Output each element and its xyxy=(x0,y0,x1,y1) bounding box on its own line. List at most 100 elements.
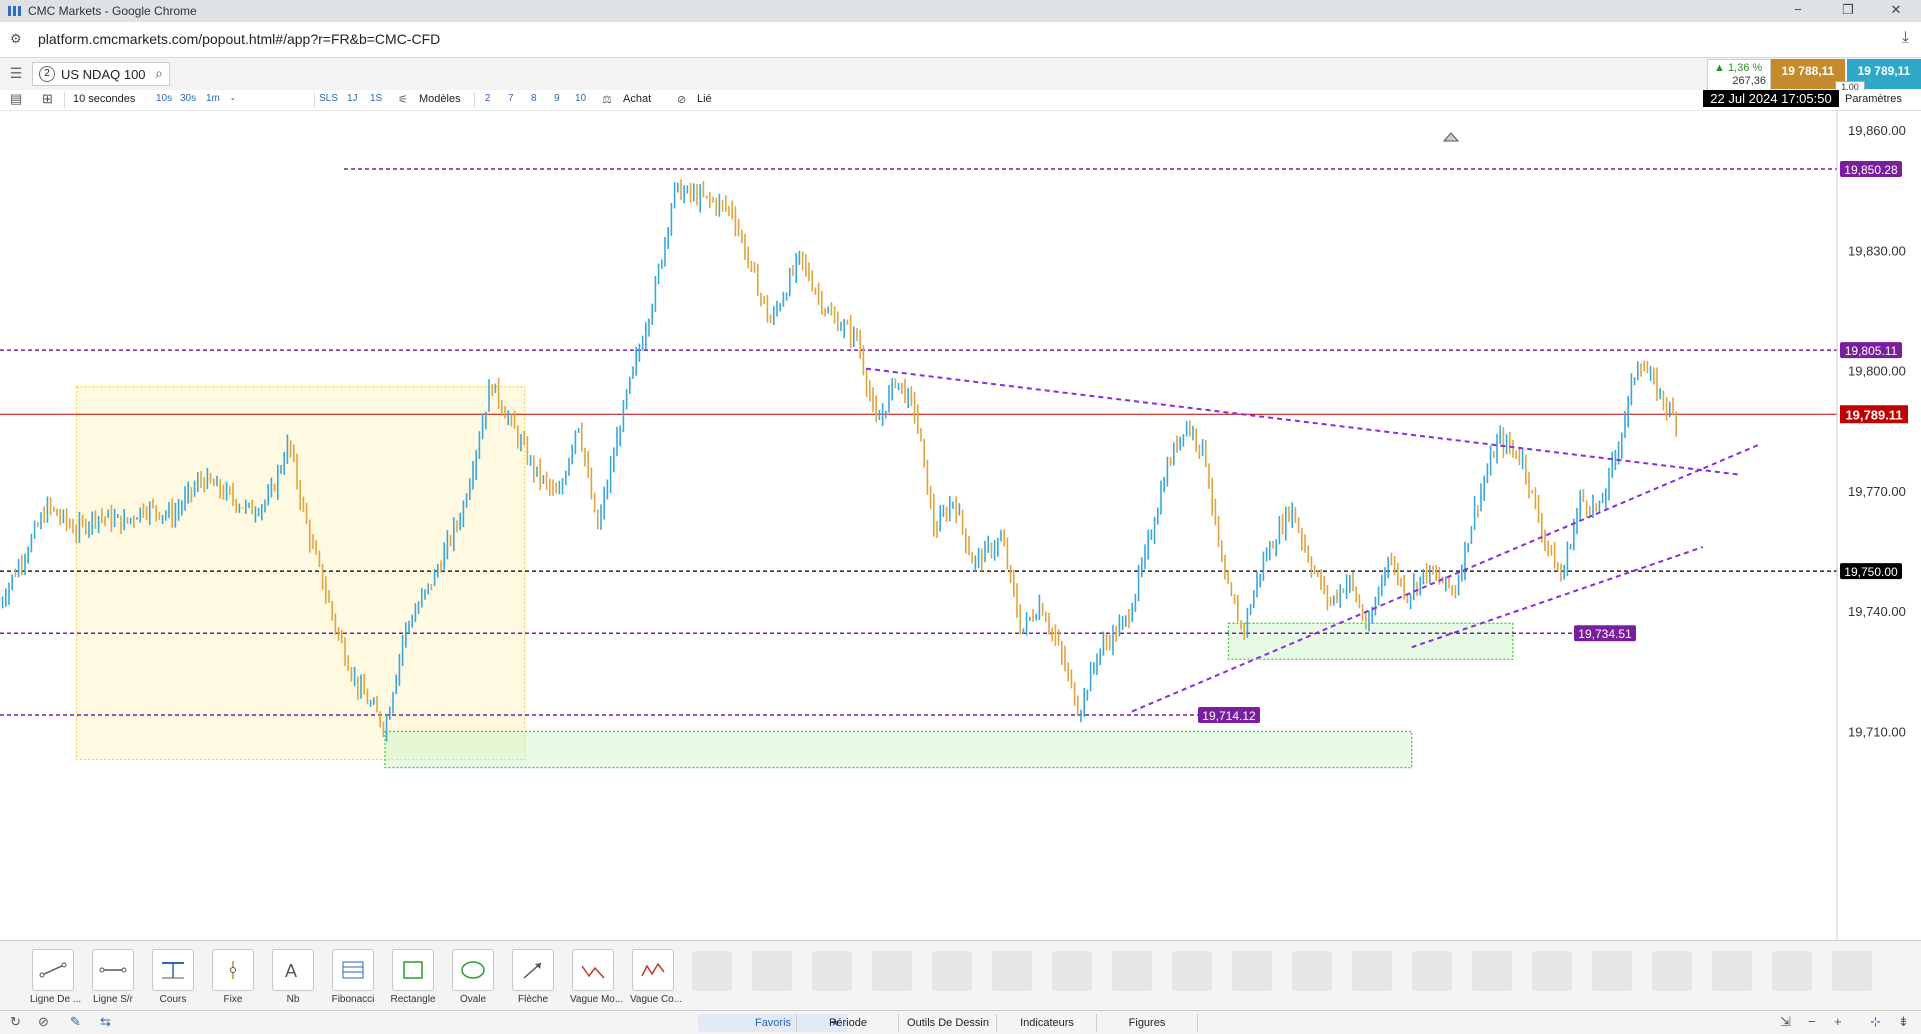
empty-tool-slot[interactable] xyxy=(1772,951,1812,991)
preset-8[interactable]: 8 xyxy=(531,93,537,104)
range-1s[interactable]: 1S xyxy=(370,93,382,104)
minimize-button[interactable]: − xyxy=(1778,2,1818,20)
empty-tool-slot[interactable] xyxy=(1652,951,1692,991)
instrument-selector[interactable]: 2 US NDAQ 100 ⌕ xyxy=(32,62,170,86)
empty-tool-slot[interactable] xyxy=(1352,951,1392,991)
current-price-label: 19,789.11 xyxy=(1845,407,1902,422)
zone-rectangle-2 xyxy=(1227,622,1514,660)
tab-favorites-label: Favoris xyxy=(754,1017,792,1029)
empty-tool-slot[interactable] xyxy=(1712,951,1752,991)
menu-icon[interactable]: ☰ xyxy=(6,65,26,83)
preset-10[interactable]: 10 xyxy=(575,93,586,104)
empty-tool-slot[interactable] xyxy=(1532,951,1572,991)
site-settings-icon[interactable]: ⚙ xyxy=(10,31,22,47)
search-icon[interactable]: ⌕ xyxy=(155,65,163,82)
settings-button[interactable]: Paramètres xyxy=(1845,93,1902,105)
tab-indicators[interactable]: Indicateurs xyxy=(996,1014,1097,1032)
download-icon[interactable]: ⤓ xyxy=(1902,29,1909,47)
drawing-tool-wave[interactable]: Vague Mo... xyxy=(570,949,624,1011)
drawing-tool-label: Rectangle xyxy=(390,994,436,1005)
preset-7[interactable]: 7 xyxy=(508,93,514,104)
close-button[interactable]: ✕ xyxy=(1876,2,1916,20)
drawing-tool-rectangle[interactable]: Rectangle xyxy=(390,949,436,1011)
empty-tool-slot[interactable] xyxy=(932,951,972,991)
empty-tool-slot[interactable] xyxy=(752,951,792,991)
drawing-tool-price-line[interactable]: Cours xyxy=(150,949,196,1011)
sls-button[interactable]: SLS xyxy=(319,93,338,104)
tab-period[interactable]: Période xyxy=(796,1014,899,1032)
drawing-tool-support-line[interactable]: Ligne S/r xyxy=(90,949,136,1011)
price-chart[interactable]: 15:1515:3015:4516:0016:1516:3016:4519,86… xyxy=(0,90,1921,940)
price-tick-label: 19,740.00 xyxy=(1848,604,1906,619)
change-percent: ▲ 1,36 % xyxy=(1714,62,1763,74)
restore-button[interactable]: ❐ xyxy=(1828,2,1868,20)
empty-tool-slot[interactable] xyxy=(1592,951,1632,991)
empty-tool-slot[interactable] xyxy=(1232,951,1272,991)
drawing-tool-fibonacci[interactable]: Fibonacci xyxy=(330,949,376,1011)
price-tick-label: 19,800.00 xyxy=(1848,364,1906,379)
level-label: 19,805.11 xyxy=(1845,344,1898,358)
pointer-icon[interactable]: ⇆ xyxy=(100,1014,111,1030)
achat-icon[interactable]: ⚖ xyxy=(602,93,612,106)
rectangle-icon xyxy=(392,949,434,991)
chart-canvas[interactable]: 15:1515:3015:4516:0016:1516:3016:4519,86… xyxy=(0,93,1921,940)
empty-tool-slot[interactable] xyxy=(1052,951,1092,991)
zoom-in-icon[interactable]: + xyxy=(1834,1014,1842,1029)
empty-tool-slot[interactable] xyxy=(1292,951,1332,991)
chart-list-icon[interactable]: ▤ xyxy=(10,91,22,107)
sell-button[interactable]: 19 788,11 xyxy=(1771,59,1845,89)
drawing-tool-label: Nb xyxy=(286,994,300,1005)
address-bar: ⚙ platform.cmcmarkets.com/popout.html#/a… xyxy=(0,22,1921,58)
empty-tool-slot[interactable] xyxy=(1112,951,1152,991)
tab-drawing-tools[interactable]: Outils De Dessin xyxy=(898,1014,997,1032)
empty-tool-slot[interactable] xyxy=(692,951,732,991)
fit-icon[interactable]: ⇟ xyxy=(1898,1014,1909,1030)
crosshair-icon[interactable]: ⊹ xyxy=(1870,1014,1881,1030)
preset-9[interactable]: 9 xyxy=(554,93,560,104)
interval-10s[interactable]: 10s xyxy=(156,93,172,104)
empty-tool-slot[interactable] xyxy=(1172,951,1212,991)
drawing-tool-label: Ovale xyxy=(459,994,487,1005)
interval-selector[interactable]: 10 secondes xyxy=(73,93,135,105)
empty-tool-slot[interactable] xyxy=(992,951,1032,991)
drawing-tool-label: Vague Mo... xyxy=(570,994,624,1005)
empty-tool-slot[interactable] xyxy=(1832,951,1872,991)
status-bar: ↻ ⊘ ✎ ⇆ Favoris ★ Période Outils De Dess… xyxy=(0,1010,1921,1034)
models-button[interactable]: Modèles xyxy=(419,93,461,105)
empty-tool-slot[interactable] xyxy=(872,951,912,991)
refresh-icon[interactable]: ↻ xyxy=(10,1014,21,1030)
instrument-bar: ☰ 2 US NDAQ 100 ⌕ ▲ 1,36 % 267,36 19 788… xyxy=(0,58,1921,93)
fixed-line-icon xyxy=(212,949,254,991)
preset-2[interactable]: 2 xyxy=(485,93,491,104)
models-icon[interactable]: ⚟ xyxy=(398,93,408,106)
drawing-tool-fixed-line[interactable]: Fixe xyxy=(210,949,256,1011)
drawing-tool-arrow[interactable]: Flèche xyxy=(510,949,556,1011)
layout-grid-icon[interactable]: ⊞ xyxy=(42,91,53,107)
range-1j[interactable]: 1J xyxy=(347,93,358,104)
reset-zoom-icon[interactable]: ⇲ xyxy=(1780,1014,1791,1030)
drawing-tool-label: Ligne S/r xyxy=(92,994,134,1005)
achat-button[interactable]: Achat xyxy=(623,93,651,105)
interval-more[interactable]: - xyxy=(231,93,235,105)
level-label: 19,750.00 xyxy=(1844,565,1898,579)
interval-1m[interactable]: 1m xyxy=(206,93,220,104)
linked-button[interactable]: Lié xyxy=(697,93,712,105)
drawing-tool-text-note[interactable]: A Nb xyxy=(270,949,316,1011)
drawing-tool-oval[interactable]: Ovale xyxy=(450,949,496,1011)
tab-figures[interactable]: Figures xyxy=(1096,1014,1198,1032)
empty-tool-slot[interactable] xyxy=(1412,951,1452,991)
scroll-marker-icon xyxy=(1442,132,1460,142)
pencil-icon[interactable]: ✎ xyxy=(70,1014,81,1030)
chart-toolbar: ▤ ⊞ 10 secondes 10s 30s 1m - SLS 1J 1S ⚟… xyxy=(0,90,1921,111)
interval-30s[interactable]: 30s xyxy=(180,93,196,104)
link-icon[interactable]: ⊘ xyxy=(677,93,686,106)
drawing-tool-corrective-wave[interactable]: Vague Co... xyxy=(630,949,682,1011)
empty-tool-slot[interactable] xyxy=(1472,951,1512,991)
empty-tool-slot[interactable] xyxy=(812,951,852,991)
url-field[interactable]: platform.cmcmarkets.com/popout.html#/app… xyxy=(38,31,440,47)
zoom-out-icon[interactable]: − xyxy=(1808,1014,1816,1029)
price-tick-label: 19,830.00 xyxy=(1848,243,1906,258)
cancel-icon[interactable]: ⊘ xyxy=(38,1014,49,1030)
level-label: 19,734.51 xyxy=(1578,627,1632,641)
drawing-tool-trend-line[interactable]: Ligne De ... xyxy=(30,949,81,1011)
